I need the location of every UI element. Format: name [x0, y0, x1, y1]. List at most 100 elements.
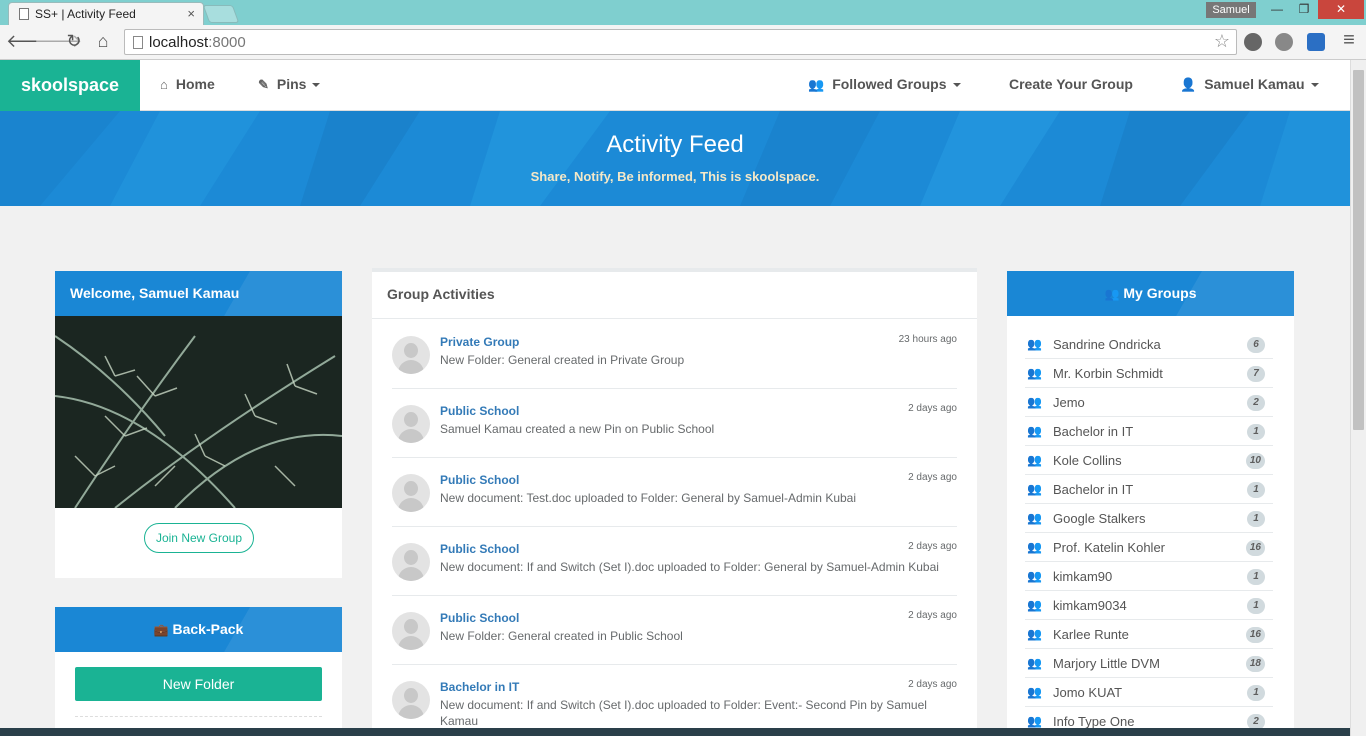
avatar[interactable] [392, 612, 430, 650]
maximize-icon[interactable]: ❐ [1291, 0, 1317, 19]
feed-time: 23 hours ago [898, 334, 957, 345]
feed-text: New document: If and Switch (Set I).doc … [440, 560, 939, 574]
new-tab-button[interactable] [202, 5, 240, 23]
group-count-badge: 16 [1245, 540, 1265, 556]
address-bar[interactable]: localhost:8000 ☆ [124, 29, 1237, 55]
nav-home[interactable]: ⌂ Home [160, 76, 215, 92]
group-name: Mr. Korbin Schmidt [1053, 366, 1163, 381]
feed-group-link[interactable]: Public School [440, 611, 519, 625]
extension-globe-icon[interactable] [1244, 33, 1262, 51]
brand-logo[interactable]: skoolspace [0, 60, 140, 111]
group-list-item[interactable]: 👥 Google Stalkers 1 [1025, 504, 1273, 533]
join-new-group-button[interactable]: Join New Group [144, 523, 254, 553]
avatar[interactable] [392, 336, 430, 374]
group-list-item[interactable]: 👥 Jomo KUAT 1 [1025, 678, 1273, 707]
group-name: Bachelor in IT [1053, 424, 1134, 439]
group-name: kimkam90 [1053, 569, 1113, 584]
group-count-badge: 1 [1247, 598, 1265, 614]
welcome-card: Welcome, Samuel Kamau Join New Group [55, 271, 342, 578]
group-list-item[interactable]: 👥 kimkam90 1 [1025, 562, 1273, 591]
extension-download-icon[interactable] [1275, 33, 1293, 51]
nav-followed-groups[interactable]: 👥 Followed Groups [808, 76, 961, 93]
nav-followed-label: Followed Groups [832, 76, 947, 92]
nav-user-menu[interactable]: 👤 Samuel Kamau [1180, 76, 1319, 93]
avatar[interactable] [392, 681, 430, 719]
feed-group-link[interactable]: Private Group [440, 335, 519, 349]
bookmark-star-icon[interactable]: ☆ [1214, 31, 1230, 52]
nav-create-group[interactable]: Create Your Group [1009, 76, 1133, 92]
users-icon: 👥 [1027, 424, 1042, 438]
browser-tab-activity-feed[interactable]: SS+ | Activity Feed × [8, 2, 204, 25]
group-list-item[interactable]: 👥 kimkam9034 1 [1025, 591, 1273, 620]
feed-time: 2 days ago [908, 403, 957, 414]
page-scrollbar[interactable] [1350, 60, 1366, 736]
users-icon: 👥 [1027, 569, 1042, 583]
feed-group-link[interactable]: Public School [440, 404, 519, 418]
feed-item: Public School Samuel Kamau created a new… [392, 389, 957, 458]
minimize-icon[interactable]: — [1264, 0, 1290, 19]
users-icon: 👥 [808, 77, 825, 92]
page-subtitle: Share, Notify, Be informed, This is skoo… [530, 169, 820, 184]
feed-item: Public School New document: If and Switc… [392, 527, 957, 596]
group-name: Google Stalkers [1053, 511, 1146, 526]
group-name: Bachelor in IT [1053, 482, 1134, 497]
feed-time: 2 days ago [908, 610, 957, 621]
group-count-badge: 1 [1247, 569, 1265, 585]
reload-icon[interactable]: ↻ [63, 31, 85, 52]
new-folder-button[interactable]: New Folder [75, 667, 322, 701]
users-icon: 👥 [1027, 656, 1042, 670]
nav-user-label: Samuel Kamau [1204, 76, 1305, 92]
users-icon: 👥 [1027, 511, 1042, 525]
avatar[interactable] [392, 405, 430, 443]
users-icon: 👥 [1027, 482, 1042, 496]
divider [75, 716, 322, 717]
avatar[interactable] [392, 474, 430, 512]
group-list-item[interactable]: 👥 Kole Collins 10 [1025, 446, 1273, 475]
group-list-item[interactable]: 👥 Karlee Runte 16 [1025, 620, 1273, 649]
caret-down-icon [952, 83, 961, 88]
extension-arrow-icon[interactable] [1307, 33, 1325, 51]
url-text: localhost:8000 [149, 34, 246, 51]
user-icon: 👤 [1180, 77, 1197, 92]
close-window-icon[interactable]: ✕ [1318, 0, 1364, 19]
feed-text: New Folder: General created in Public Sc… [440, 629, 683, 643]
group-count-badge: 1 [1247, 424, 1265, 440]
group-list-item[interactable]: 👥 Bachelor in IT 1 [1025, 417, 1273, 446]
group-count-badge: 2 [1247, 395, 1265, 411]
group-name: Sandrine Ondricka [1053, 337, 1161, 352]
back-icon[interactable]: 🡐 [6, 31, 54, 52]
users-icon: 👥 [1027, 337, 1042, 351]
profile-badge[interactable]: Samuel [1206, 2, 1256, 18]
my-groups-heading-label: My Groups [1123, 285, 1197, 301]
users-icon: 👥 [1027, 540, 1042, 554]
page-icon [19, 8, 29, 20]
menu-icon[interactable]: ≡ [1338, 29, 1360, 52]
feed-group-link[interactable]: Public School [440, 473, 519, 487]
group-count-badge: 1 [1247, 482, 1265, 498]
forward-icon[interactable]: 🡒 [34, 31, 82, 52]
pin-icon: ✎ [258, 77, 269, 92]
users-icon: 👥 [1027, 714, 1042, 728]
backpack-heading-label: Back-Pack [172, 621, 244, 637]
my-groups-panel: 👥 My Groups 👥 Sandrine Ondricka 6 👥 Mr. Korb… [1007, 271, 1294, 736]
scrollbar-thumb[interactable] [1353, 70, 1364, 430]
tab-close-icon[interactable]: × [187, 6, 195, 21]
feed-group-link[interactable]: Bachelor in IT [440, 680, 519, 694]
group-name: Kole Collins [1053, 453, 1122, 468]
group-list-item[interactable]: 👥 Sandrine Ondricka 6 [1025, 330, 1273, 359]
feed-group-link[interactable]: Public School [440, 542, 519, 556]
my-groups-heading: 👥 My Groups [1007, 271, 1294, 316]
home-icon[interactable]: ⌂ [92, 31, 114, 52]
group-list-item[interactable]: 👥 Prof. Katelin Kohler 16 [1025, 533, 1273, 562]
group-list-item[interactable]: 👥 Jemo 2 [1025, 388, 1273, 417]
group-count-badge: 1 [1247, 511, 1265, 527]
feed-item: Private Group New Folder: General create… [392, 320, 957, 389]
group-name: Karlee Runte [1053, 627, 1129, 642]
group-list-item[interactable]: 👥 Bachelor in IT 1 [1025, 475, 1273, 504]
group-name: kimkam9034 [1053, 598, 1127, 613]
nav-pins[interactable]: ✎ Pins [258, 76, 321, 93]
group-list-item[interactable]: 👥 Mr. Korbin Schmidt 7 [1025, 359, 1273, 388]
avatar[interactable] [392, 543, 430, 581]
group-list-item[interactable]: 👥 Marjory Little DVM 18 [1025, 649, 1273, 678]
users-icon: 👥 [1104, 287, 1120, 301]
